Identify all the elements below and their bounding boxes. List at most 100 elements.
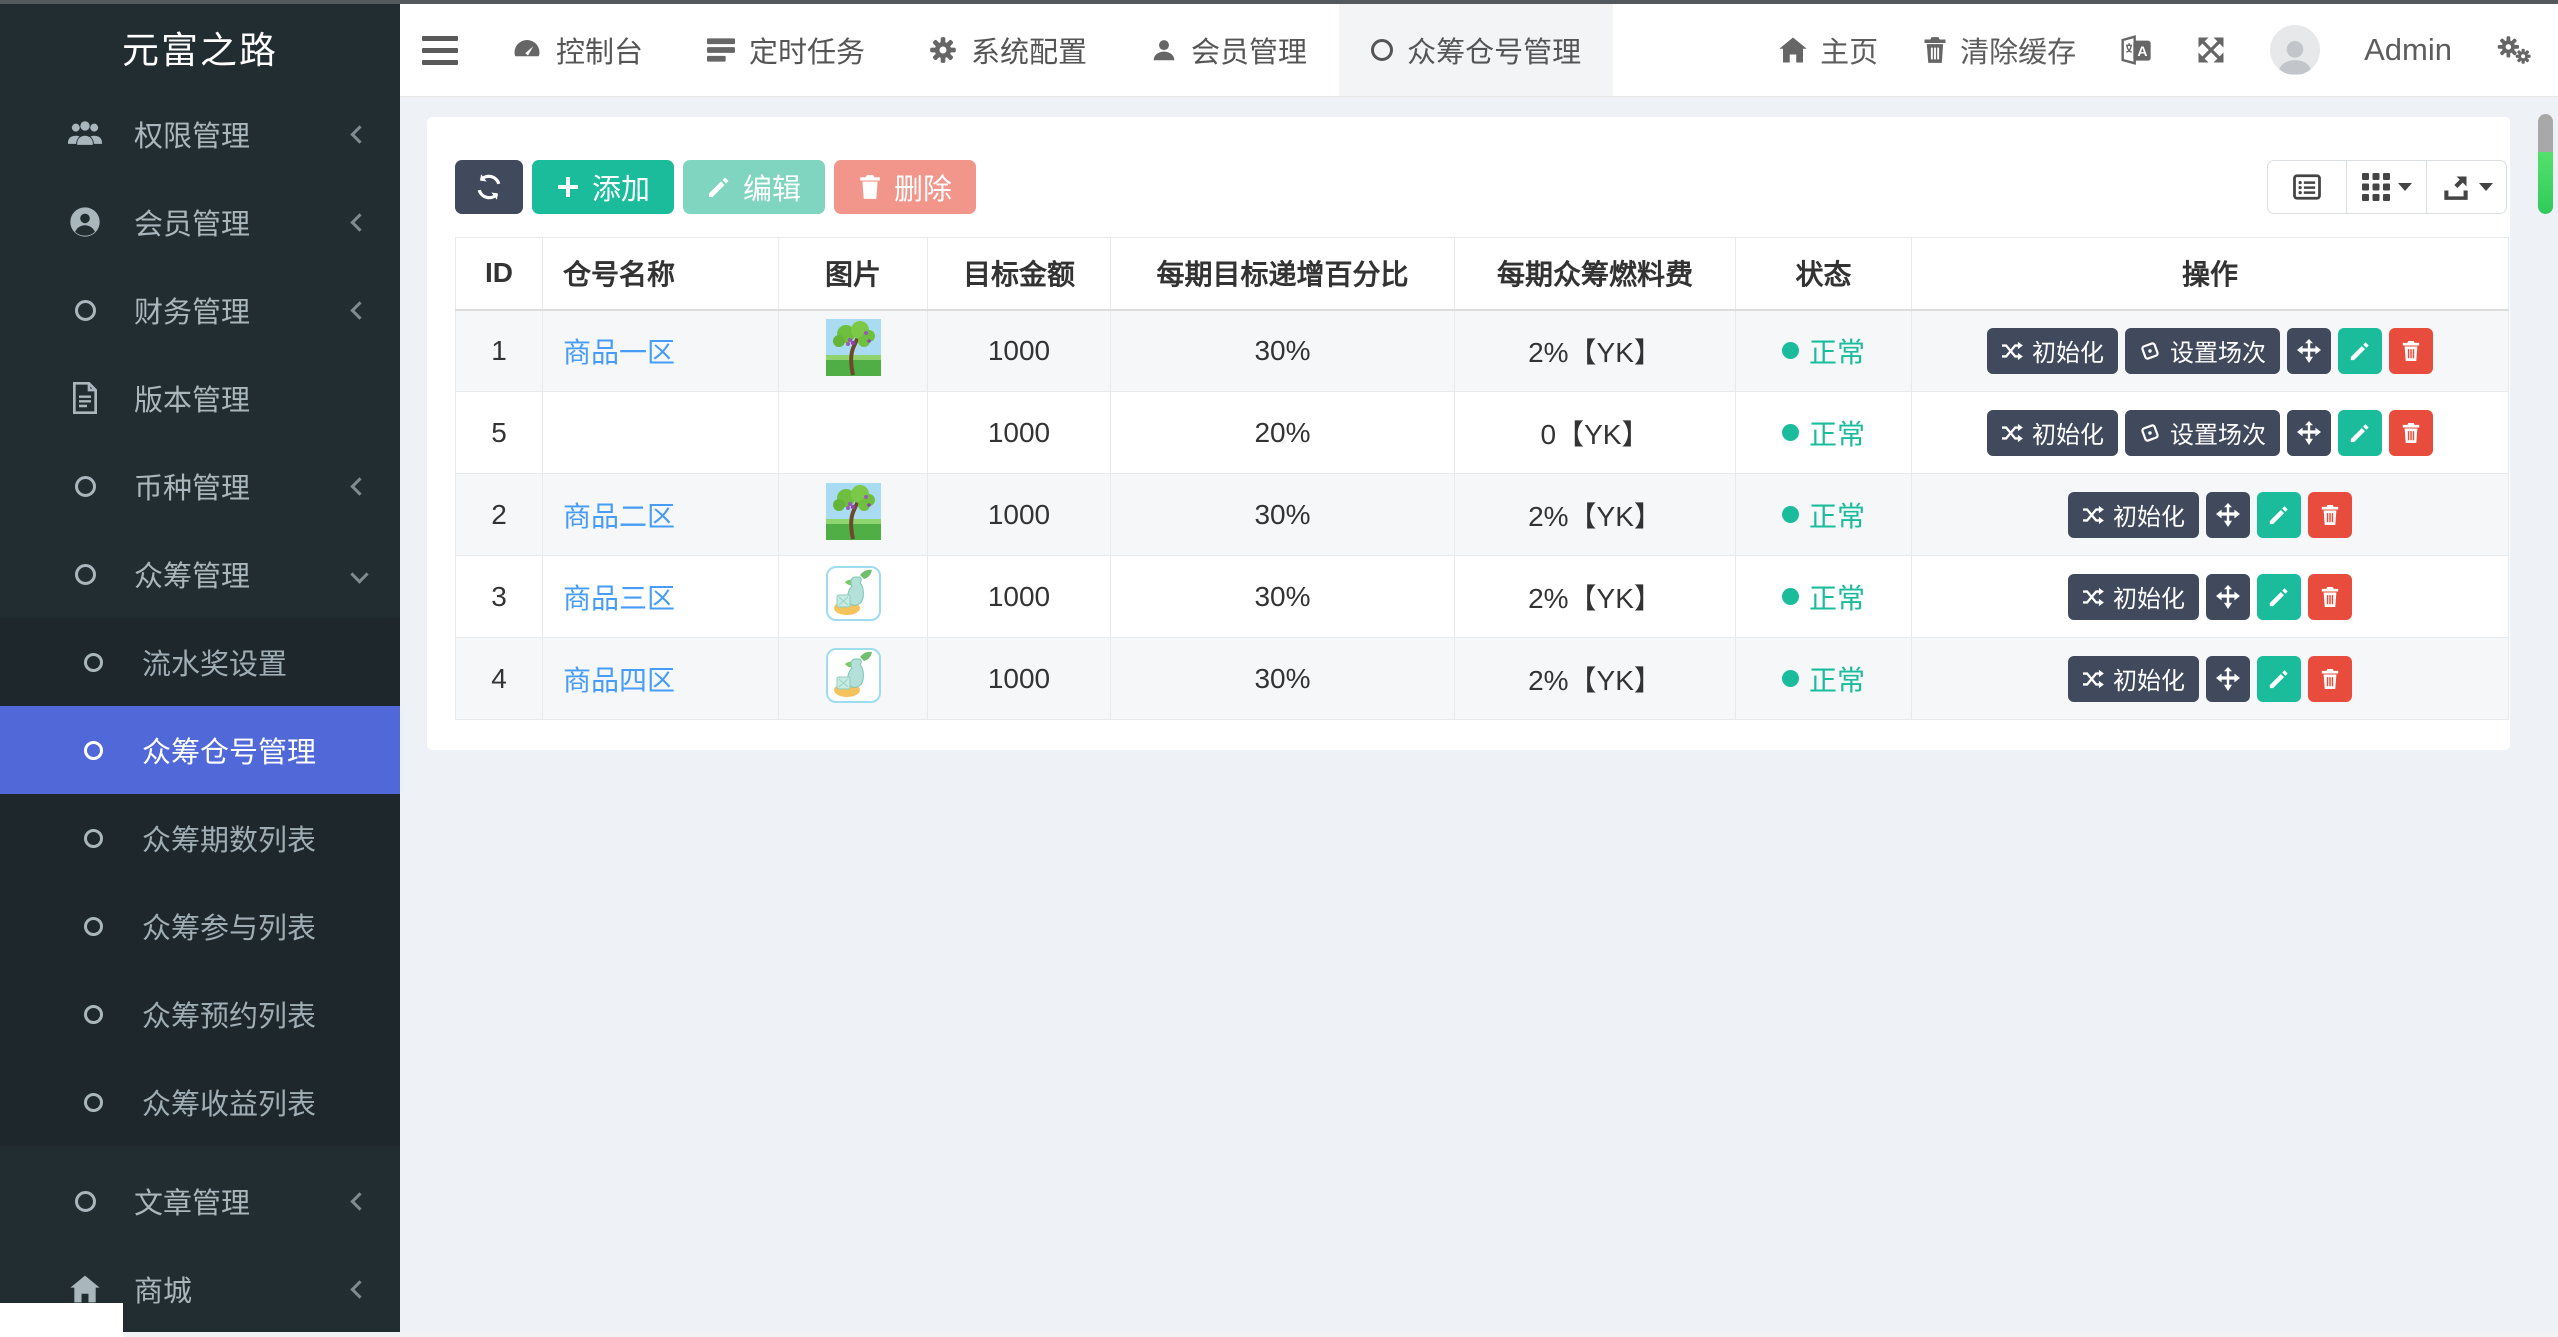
edit-row-button[interactable] — [2257, 573, 2301, 620]
move-button[interactable] — [2287, 327, 2331, 374]
sidebar-item-participation-list[interactable]: 众筹参与列表 — [0, 882, 400, 970]
status-dot-icon — [1781, 506, 1799, 523]
scrollbar-thumb[interactable] — [2538, 114, 2553, 214]
warehouse-table: ID 仓号名称 图片 目标金额 每期目标递增百分比 每期众筹燃料费 状态 操作 … — [455, 237, 2509, 720]
warehouse-name-link[interactable]: 商品三区 — [563, 583, 675, 614]
col-header-name: 仓号名称 — [542, 237, 779, 311]
translate-icon[interactable]: A — [2120, 34, 2152, 66]
delete-row-button[interactable] — [2389, 327, 2433, 374]
setup-sessions-button[interactable]: 设置场次 — [2125, 409, 2280, 456]
refresh-button[interactable] — [455, 160, 523, 214]
caret-down-icon — [2478, 183, 2493, 191]
cell-id: 3 — [455, 555, 543, 638]
warehouse-name-link[interactable]: 商品二区 — [563, 501, 675, 532]
export-button[interactable] — [2427, 160, 2507, 214]
sidebar-item-flow-award[interactable]: 流水奖设置 — [0, 618, 400, 706]
columns-toggle-button[interactable] — [2267, 160, 2347, 214]
move-button[interactable] — [2206, 491, 2250, 538]
sidebar-item-reservation-list[interactable]: 众筹预约列表 — [0, 970, 400, 1058]
product-image-vase[interactable] — [825, 647, 881, 703]
table-row: 1 商品一区 1000 30% 2%【YK】 正常 初始化 设置场次 — [455, 309, 2509, 392]
status-badge: 正常 — [1781, 413, 1865, 453]
sidebar-item-finance[interactable]: 财务管理 — [0, 266, 400, 354]
tab-members[interactable]: 会员管理 — [1119, 4, 1339, 96]
username-label[interactable]: Admin — [2364, 32, 2452, 68]
cell-id: 1 — [455, 309, 543, 392]
delete-row-button[interactable] — [2308, 491, 2352, 538]
col-header-id: ID — [455, 237, 543, 311]
avatar[interactable] — [2270, 25, 2321, 75]
sidebar-item-articles[interactable]: 文章管理 — [0, 1157, 400, 1245]
sidebar-item-label: 币种管理 — [134, 473, 251, 505]
home-link[interactable]: 主页 — [1778, 29, 1878, 71]
sidebar-item-income-list[interactable]: 众筹收益列表 — [0, 1058, 400, 1146]
init-button[interactable]: 初始化 — [1987, 327, 2118, 374]
add-button[interactable]: 添加 — [532, 160, 675, 214]
fullscreen-icon[interactable] — [2196, 35, 2226, 65]
home-link-label: 主页 — [1820, 37, 1879, 69]
table-row: 5 1000 20% 0【YK】 正常 初始化 设置场次 — [455, 391, 2509, 474]
setup-sessions-button[interactable]: 设置场次 — [2125, 327, 2280, 374]
sidebar-item-label: 流水奖设置 — [142, 649, 288, 681]
delete-button[interactable]: 删除 — [834, 160, 977, 214]
warehouse-name-link[interactable]: 商品四区 — [563, 665, 675, 696]
add-button-label: 添加 — [592, 174, 651, 206]
sidebar-item-period-list[interactable]: 众筹期数列表 — [0, 794, 400, 882]
cell-fuel: 2%【YK】 — [1454, 309, 1736, 392]
sidebar-item-crowdfunding[interactable]: 众筹管理 — [0, 530, 400, 618]
sidebar-item-label: 商城 — [134, 1276, 193, 1308]
sidebar-item-version[interactable]: 版本管理 — [0, 354, 400, 442]
brand-title[interactable]: 元富之路 — [0, 4, 400, 90]
tab-system-config[interactable]: 系统配置 — [897, 4, 1119, 96]
delete-row-button[interactable] — [2308, 655, 2352, 702]
trash-icon — [858, 174, 882, 200]
home-icon — [1778, 36, 1808, 64]
tab-dashboard[interactable]: 控制台 — [480, 4, 675, 96]
grid-view-button[interactable] — [2347, 160, 2427, 214]
move-button[interactable] — [2287, 409, 2331, 456]
delete-row-button[interactable] — [2389, 409, 2433, 456]
circle-icon — [70, 828, 116, 848]
edit-row-button[interactable] — [2338, 327, 2382, 374]
cell-id: 5 — [455, 391, 543, 474]
clear-cache-link[interactable]: 清除缓存 — [1922, 29, 2076, 71]
product-image-vase[interactable] — [825, 565, 881, 621]
init-button[interactable]: 初始化 — [1987, 409, 2118, 456]
init-button[interactable]: 初始化 — [2068, 573, 2199, 620]
cell-increase: 30% — [1110, 555, 1455, 638]
sidebar-item-permissions[interactable]: 权限管理 — [0, 90, 400, 178]
tab-scheduled-tasks[interactable]: 定时任务 — [675, 4, 897, 96]
gears-icon[interactable] — [2496, 35, 2532, 65]
chevron-left-icon — [350, 300, 369, 320]
sidebar-toggle-button[interactable] — [400, 4, 480, 96]
sidebar-item-members[interactable]: 会员管理 — [0, 178, 400, 266]
init-button[interactable]: 初始化 — [2068, 491, 2199, 538]
top-strip — [0, 0, 2558, 4]
status-badge: 正常 — [1781, 659, 1865, 699]
warehouse-name-link[interactable]: 商品一区 — [563, 337, 675, 368]
product-image-tree[interactable] — [825, 482, 881, 540]
sidebar-item-label: 众筹收益列表 — [142, 1089, 317, 1121]
init-button[interactable]: 初始化 — [2068, 655, 2199, 702]
product-image-tree[interactable] — [825, 318, 881, 376]
edit-row-button[interactable] — [2338, 409, 2382, 456]
table-row: 4 商品四区 1000 30% 2%【YK】 正常 初始化 — [455, 637, 2509, 720]
sidebar-item-warehouse-mgmt[interactable]: 众筹仓号管理 — [0, 706, 400, 794]
edit-row-button[interactable] — [2257, 655, 2301, 702]
sidebar-item-currency[interactable]: 币种管理 — [0, 442, 400, 530]
edit-button[interactable]: 编辑 — [683, 160, 826, 214]
navbar-right: 主页 清除缓存 A Admin — [1778, 4, 2558, 96]
move-button[interactable] — [2206, 655, 2250, 702]
edit-row-button[interactable] — [2257, 491, 2301, 538]
toolbar: 添加 编辑 删除 — [455, 160, 977, 214]
chevron-left-icon — [350, 212, 369, 232]
circle-icon — [70, 740, 116, 760]
chevron-down-icon — [350, 564, 369, 584]
cell-fuel: 2%【YK】 — [1454, 473, 1736, 556]
tab-crowdfund-warehouse[interactable]: 众筹仓号管理 — [1339, 4, 1614, 96]
move-button[interactable] — [2206, 573, 2250, 620]
delete-row-button[interactable] — [2308, 573, 2352, 620]
sidebar-bottom-overlay — [0, 1303, 123, 1337]
col-header-fuel: 每期众筹燃料费 — [1454, 237, 1736, 311]
sidebar-item-label: 版本管理 — [134, 385, 251, 417]
